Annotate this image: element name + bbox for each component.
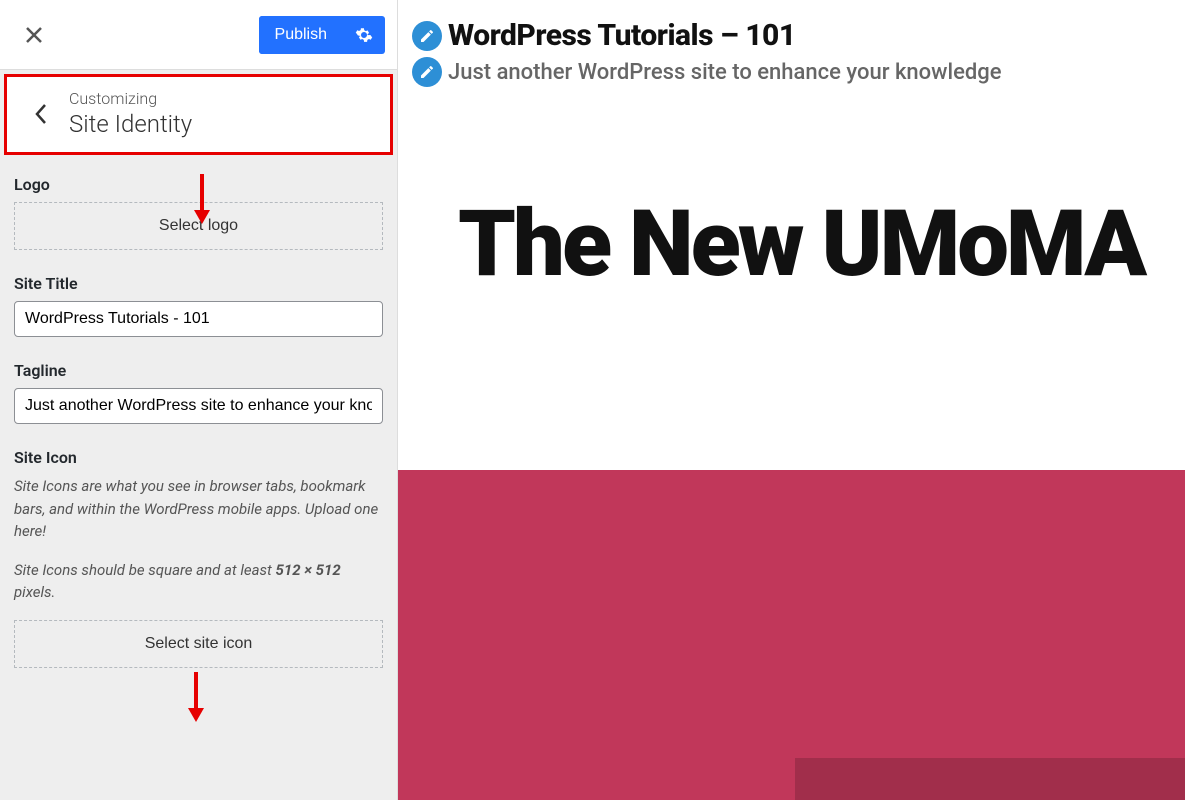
customizing-label: Customizing: [69, 89, 192, 108]
edit-title-shortcut[interactable]: [412, 21, 442, 51]
preview-title-row: WordPress Tutorials – 101: [412, 18, 1171, 53]
close-button[interactable]: [12, 13, 56, 57]
publish-group: Publish: [259, 16, 385, 54]
panel-body: Logo Select logo Site Title Tagline Site…: [0, 159, 397, 692]
site-icon-help-1: Site Icons are what you see in browser t…: [14, 475, 383, 543]
hero-heading: The New UMoMA: [398, 101, 1185, 348]
preview-tagline-row: Just another WordPress site to enhance y…: [412, 57, 1171, 87]
chevron-left-icon: [34, 103, 48, 125]
pencil-icon: [419, 28, 435, 44]
close-icon: [25, 26, 43, 44]
back-button[interactable]: [21, 103, 61, 125]
content-accent-box: [795, 758, 1185, 800]
gear-icon: [355, 26, 373, 44]
site-title-label: Site Title: [14, 274, 383, 293]
tagline-input[interactable]: [14, 388, 383, 424]
tagline-label: Tagline: [14, 361, 383, 380]
select-site-icon-button[interactable]: Select site icon: [14, 620, 383, 668]
publish-button[interactable]: Publish: [259, 16, 343, 54]
preview-site-title[interactable]: WordPress Tutorials – 101: [448, 18, 796, 53]
pencil-icon: [419, 64, 435, 80]
preview-tagline: Just another WordPress site to enhance y…: [448, 60, 1002, 85]
edit-tagline-shortcut[interactable]: [412, 57, 442, 87]
top-bar: Publish: [0, 0, 397, 70]
header-titles: Customizing Site Identity: [69, 89, 192, 138]
section-header: Customizing Site Identity: [4, 74, 393, 155]
publish-settings-button[interactable]: [343, 26, 385, 44]
site-icon-help-2: Site Icons should be square and at least…: [14, 559, 383, 604]
customizer-sidebar: Publish Customizing Site Identity Logo S…: [0, 0, 398, 800]
content-band: [398, 470, 1185, 800]
site-icon-label: Site Icon: [14, 448, 383, 467]
section-title: Site Identity: [69, 110, 192, 138]
annotation-arrow-1: [190, 172, 214, 226]
site-preview: WordPress Tutorials – 101 Just another W…: [398, 0, 1185, 800]
site-title-input[interactable]: [14, 301, 383, 337]
preview-header: WordPress Tutorials – 101 Just another W…: [398, 0, 1185, 101]
annotation-arrow-2: [184, 670, 208, 724]
